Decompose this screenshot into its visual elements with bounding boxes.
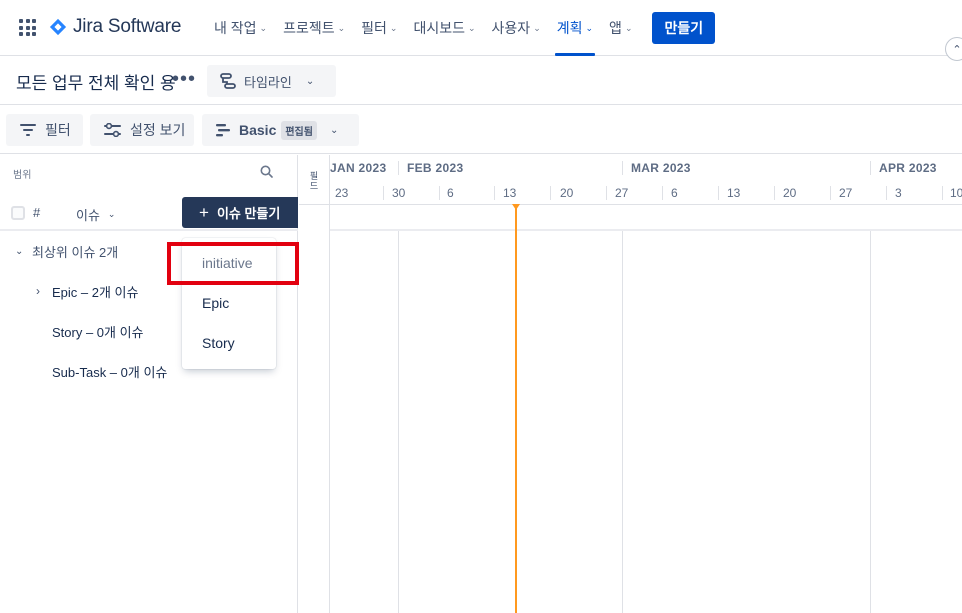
day-label: 10 [950, 186, 962, 200]
chevron-down-icon: ⌄ [624, 22, 633, 33]
chevron-down-icon: ⌄ [107, 209, 116, 219]
month-gridline [398, 231, 399, 613]
highlight-box [167, 242, 299, 285]
nav-plans[interactable]: 계획 ⌄ [549, 0, 601, 56]
filter-icon [20, 124, 36, 136]
chevron-up-icon: ⌃ [952, 43, 962, 56]
sliders-icon [104, 123, 121, 137]
view-settings-button[interactable]: 설정 보기 [90, 114, 194, 146]
app-switcher-icon[interactable] [19, 19, 36, 36]
page-title: 모든 업무 전체 확인 용 [16, 74, 176, 93]
list-icon [216, 124, 230, 137]
create-button[interactable]: 만들기 [652, 12, 716, 44]
timeline-subheader [330, 205, 962, 231]
chevron-down-icon[interactable]: ⌄ [15, 246, 23, 257]
day-label: 6 [447, 186, 454, 200]
nav-people[interactable]: 사용자 ⌄ [484, 0, 549, 56]
dropdown-item-story[interactable]: Story [182, 323, 276, 363]
scope-label: 범위 [13, 170, 32, 181]
edited-badge: 편집됨 [281, 120, 317, 140]
jira-logo[interactable]: Jira Software [49, 16, 181, 38]
timeline-header: JAN 2023 FEB 2023 MAR 2023 APR 2023 23 3… [299, 155, 962, 205]
select-all-checkbox[interactable] [11, 206, 25, 220]
filter-button[interactable]: 필터 [6, 114, 83, 146]
issue-column-header[interactable]: 이슈 ⌄ [76, 205, 115, 224]
fields-column: 필드 [299, 155, 330, 613]
rank-column-header: # [33, 205, 41, 220]
month-label: JAN 2023 [330, 161, 387, 175]
month-label: FEB 2023 [407, 161, 464, 175]
nav-filters[interactable]: 필터 ⌄ [353, 0, 405, 56]
chevron-down-icon: ⌄ [259, 22, 268, 33]
today-marker [512, 204, 520, 210]
chevron-down-icon: ⌄ [585, 22, 594, 33]
day-label: 23 [335, 186, 349, 200]
day-label: 3 [895, 186, 902, 200]
timeline-grid: 필드 JAN 2023 FEB 2023 MAR 2023 APR 2023 2… [299, 155, 962, 613]
nav-apps[interactable]: 앱 ⌄ [601, 0, 640, 56]
top-navigation: Jira Software 내 작업 ⌄ 프로젝트 ⌄ 필터 ⌄ 대시보드 ⌄ 사용자 ⌄… [0, 0, 962, 56]
day-label: 27 [615, 186, 629, 200]
chevron-down-icon: ⌄ [533, 22, 541, 33]
chevron-down-icon: ⌄ [468, 22, 476, 33]
create-issue-button[interactable]: + 이슈 만들기 [182, 197, 298, 228]
chevron-right-icon[interactable]: › [36, 284, 40, 298]
jira-diamond-icon [49, 18, 67, 36]
chevron-down-icon: ⌄ [389, 22, 398, 33]
issue-list-header: # 이슈 ⌄ + 이슈 만들기 [0, 197, 298, 231]
nav-projects[interactable]: 프로젝트 ⌄ [275, 0, 353, 56]
day-label: 20 [560, 186, 574, 200]
day-label: 6 [671, 186, 678, 200]
toolbar: 필터 설정 보기 Basic 편집됨 ⌄ [0, 106, 962, 154]
day-label: 30 [392, 186, 406, 200]
issue-list-panel: 범위 # 이슈 ⌄ + 이슈 만들기 ⌄ 최상위 이슈 2개 › Epic – … [0, 155, 298, 613]
view-label: 타임라인 [244, 74, 292, 90]
day-label: 13 [503, 186, 517, 200]
view-switcher-button[interactable]: 타임라인 ⌄ [207, 65, 336, 97]
nav-dashboards[interactable]: 대시보드 ⌄ [405, 0, 483, 56]
timeline-icon [220, 73, 236, 89]
chevron-down-icon: ⌄ [329, 124, 339, 136]
search-icon[interactable] [260, 165, 273, 178]
page-header: 모든 업무 전체 확인 용 ••• 타임라인 ⌄ [0, 57, 962, 105]
preset-label: Basic [239, 122, 277, 138]
dropdown-item-epic[interactable]: Epic [182, 283, 276, 323]
nav-your-work[interactable]: 내 작업 ⌄ [206, 0, 275, 56]
month-label: MAR 2023 [631, 161, 691, 175]
nav-items: 내 작업 ⌄ 프로젝트 ⌄ 필터 ⌄ 대시보드 ⌄ 사용자 ⌄ 계획 ⌄ 앱 ⌄ 만들기 [206, 0, 716, 56]
preset-button[interactable]: Basic 편집됨 ⌄ [202, 114, 359, 146]
month-gridline [870, 231, 871, 613]
chevron-down-icon: ⌄ [305, 75, 315, 87]
brand-name: Jira Software [73, 16, 182, 37]
collapse-panel-toggle[interactable]: ⌃ [945, 37, 962, 61]
day-label: 27 [839, 186, 853, 200]
month-label: APR 2023 [879, 161, 937, 175]
month-gridline [622, 231, 623, 613]
plus-icon: + [199, 202, 209, 222]
more-actions-icon[interactable]: ••• [172, 68, 196, 91]
today-line [515, 205, 517, 613]
chevron-down-icon: ⌄ [337, 22, 346, 33]
day-label: 20 [783, 186, 797, 200]
day-label: 13 [727, 186, 741, 200]
